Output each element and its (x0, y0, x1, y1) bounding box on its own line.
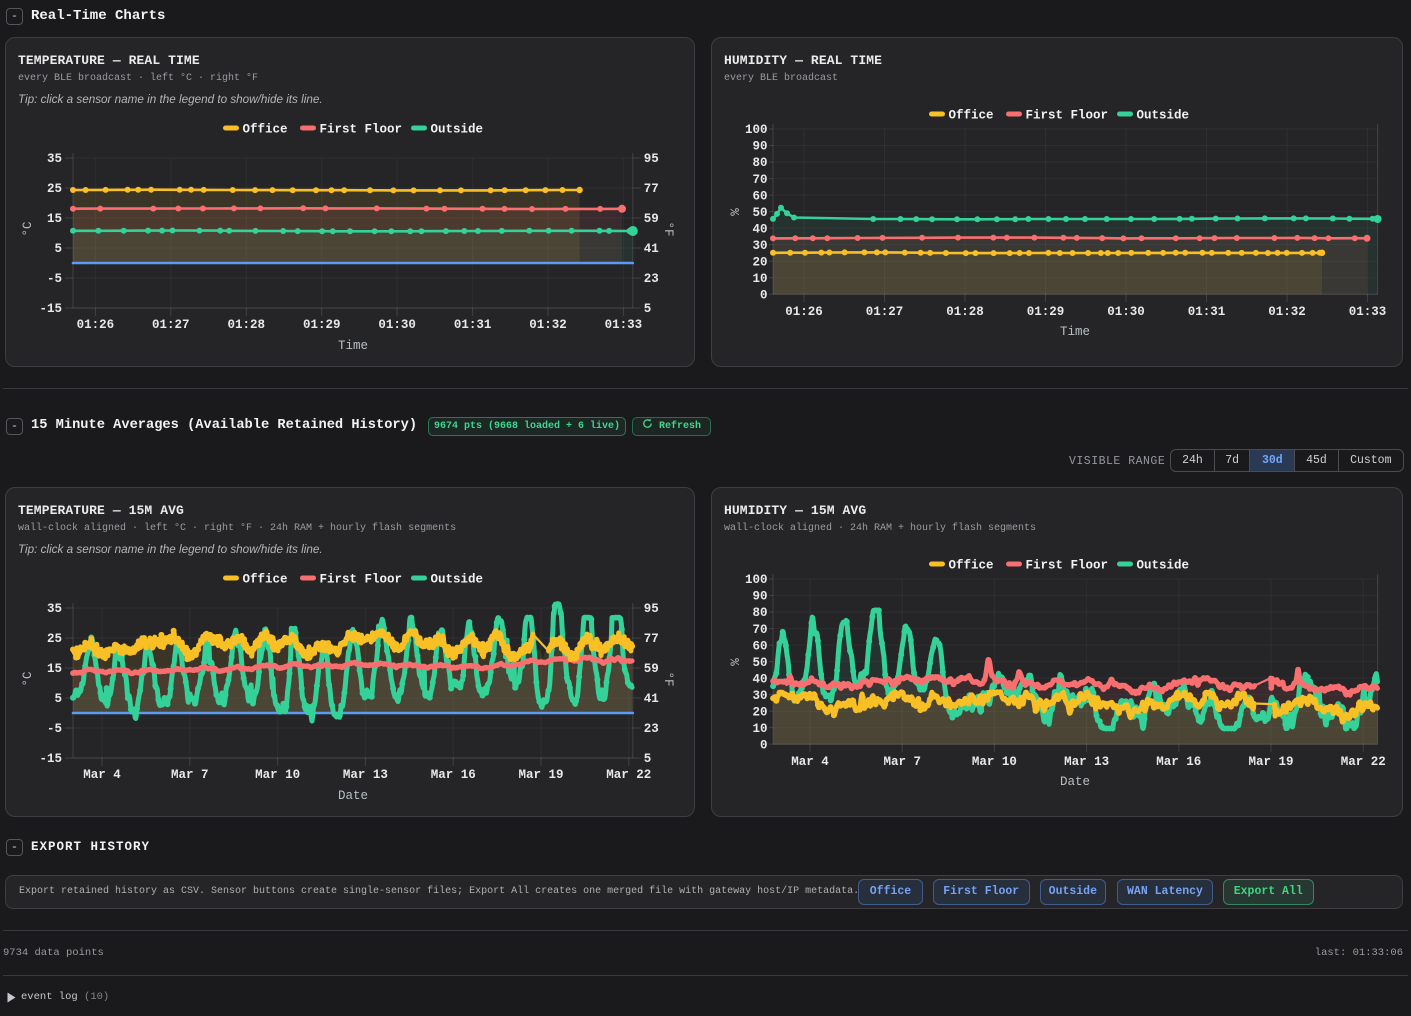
svg-text:Mar 13: Mar 13 (343, 768, 388, 782)
svg-text:Mar 19: Mar 19 (518, 768, 563, 782)
svg-text:50: 50 (752, 206, 767, 220)
svg-text:40: 40 (752, 222, 767, 236)
svg-text:59: 59 (644, 212, 659, 226)
svg-text:25: 25 (47, 632, 62, 646)
svg-text:%: % (729, 208, 743, 216)
svg-text:01:30: 01:30 (378, 318, 416, 332)
svg-text:77: 77 (644, 182, 659, 196)
svg-text:23: 23 (644, 722, 659, 736)
svg-text:Outside: Outside (1137, 109, 1190, 123)
svg-text:Office: Office (949, 109, 994, 123)
svg-text:5: 5 (644, 752, 652, 766)
svg-text:-5: -5 (47, 272, 62, 286)
svg-text:23: 23 (644, 272, 659, 286)
svg-text:90: 90 (752, 590, 767, 604)
svg-text:Mar 19: Mar 19 (1248, 755, 1293, 769)
svg-text:01:29: 01:29 (1027, 305, 1065, 319)
svg-text:90: 90 (752, 140, 767, 154)
svg-text:%: % (729, 658, 743, 666)
svg-text:Mar 4: Mar 4 (83, 768, 121, 782)
svg-text:First Floor: First Floor (1026, 109, 1109, 123)
svg-text:°F: °F (661, 671, 675, 686)
svg-text:70: 70 (752, 623, 767, 637)
svg-text:15: 15 (47, 662, 62, 676)
svg-text:01:32: 01:32 (1268, 305, 1306, 319)
svg-text:0: 0 (760, 288, 768, 302)
svg-text:Office: Office (949, 559, 994, 573)
svg-text:°C: °C (21, 221, 35, 236)
svg-text:Mar 7: Mar 7 (883, 755, 921, 769)
svg-text:01:29: 01:29 (303, 318, 341, 332)
svg-text:Outside: Outside (431, 123, 484, 137)
svg-text:-15: -15 (39, 752, 62, 766)
svg-text:Time: Time (338, 339, 368, 353)
svg-text:100: 100 (745, 123, 768, 137)
svg-text:40: 40 (752, 672, 767, 686)
svg-text:100: 100 (745, 573, 768, 587)
svg-text:01:27: 01:27 (152, 318, 190, 332)
svg-text:Mar 7: Mar 7 (171, 768, 209, 782)
svg-text:01:33: 01:33 (1349, 305, 1387, 319)
svg-text:First Floor: First Floor (320, 123, 403, 137)
svg-text:°C: °C (21, 671, 35, 686)
svg-text:°F: °F (661, 221, 675, 236)
svg-text:5: 5 (54, 692, 62, 706)
svg-text:01:33: 01:33 (605, 318, 643, 332)
svg-text:70: 70 (752, 173, 767, 187)
svg-text:30: 30 (752, 689, 767, 703)
svg-text:Date: Date (338, 789, 368, 803)
svg-text:-5: -5 (47, 722, 62, 736)
svg-text:01:26: 01:26 (785, 305, 823, 319)
svg-text:25: 25 (47, 182, 62, 196)
svg-text:Mar 22: Mar 22 (1341, 755, 1386, 769)
svg-text:Time: Time (1060, 325, 1090, 339)
svg-text:01:32: 01:32 (529, 318, 567, 332)
svg-text:41: 41 (644, 692, 659, 706)
svg-text:Mar 10: Mar 10 (255, 768, 300, 782)
svg-text:Outside: Outside (431, 573, 484, 587)
svg-text:10: 10 (752, 722, 767, 736)
svg-text:95: 95 (644, 602, 659, 616)
svg-text:41: 41 (644, 242, 659, 256)
svg-text:77: 77 (644, 632, 659, 646)
svg-text:5: 5 (54, 242, 62, 256)
svg-text:60: 60 (752, 189, 767, 203)
svg-text:Mar 10: Mar 10 (972, 755, 1017, 769)
svg-text:80: 80 (752, 156, 767, 170)
svg-text:01:28: 01:28 (946, 305, 984, 319)
svg-text:59: 59 (644, 662, 659, 676)
svg-text:01:31: 01:31 (454, 318, 492, 332)
svg-text:-15: -15 (39, 302, 62, 316)
svg-text:01:26: 01:26 (77, 318, 115, 332)
svg-text:95: 95 (644, 152, 659, 166)
svg-text:First Floor: First Floor (320, 573, 403, 587)
svg-text:First Floor: First Floor (1026, 559, 1109, 573)
svg-text:35: 35 (47, 602, 62, 616)
svg-text:Mar 13: Mar 13 (1064, 755, 1109, 769)
svg-text:60: 60 (752, 639, 767, 653)
svg-text:Office: Office (243, 123, 288, 137)
svg-text:20: 20 (752, 705, 767, 719)
svg-text:01:30: 01:30 (1107, 305, 1145, 319)
svg-text:15: 15 (47, 212, 62, 226)
svg-text:Date: Date (1060, 775, 1090, 789)
svg-text:10: 10 (752, 272, 767, 286)
svg-text:01:27: 01:27 (866, 305, 904, 319)
svg-text:01:31: 01:31 (1188, 305, 1226, 319)
svg-text:30: 30 (752, 239, 767, 253)
svg-text:Mar 4: Mar 4 (791, 755, 829, 769)
svg-text:Mar 16: Mar 16 (431, 768, 476, 782)
svg-text:5: 5 (644, 302, 652, 316)
svg-text:Mar 22: Mar 22 (606, 768, 651, 782)
svg-text:Office: Office (243, 573, 288, 587)
svg-text:Outside: Outside (1137, 559, 1190, 573)
svg-text:Mar 16: Mar 16 (1156, 755, 1201, 769)
svg-text:20: 20 (752, 255, 767, 269)
svg-text:80: 80 (752, 606, 767, 620)
svg-text:50: 50 (752, 656, 767, 670)
svg-text:0: 0 (760, 738, 768, 752)
svg-text:01:28: 01:28 (228, 318, 266, 332)
svg-text:35: 35 (47, 152, 62, 166)
